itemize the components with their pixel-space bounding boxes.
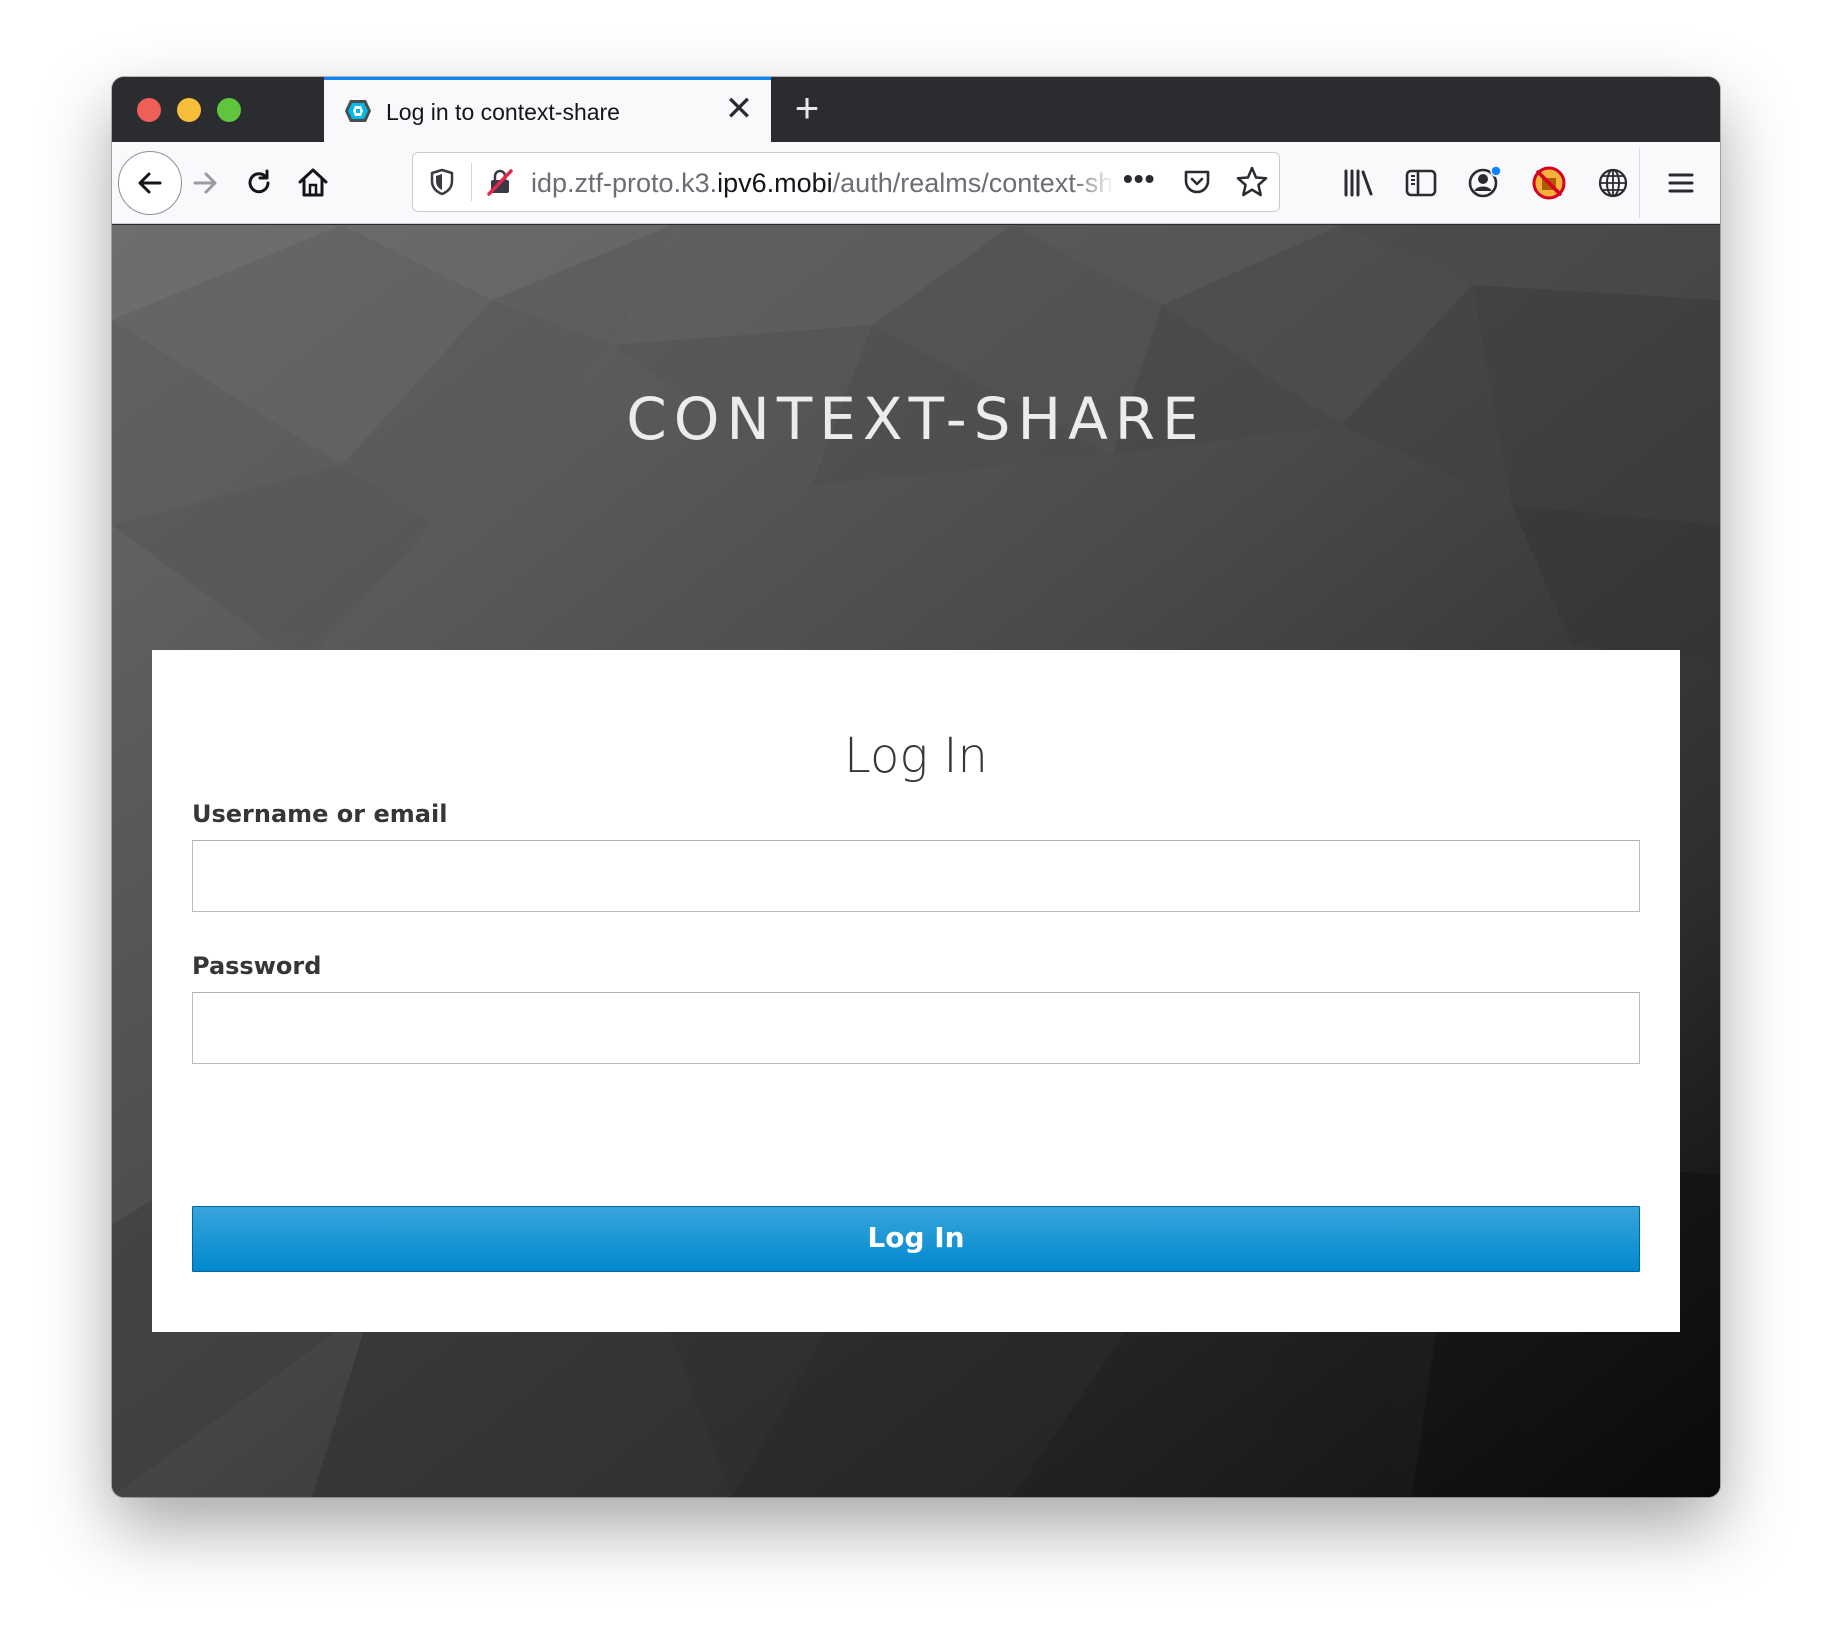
tab-active[interactable]: Log in to context-share ✕ bbox=[324, 77, 771, 142]
reload-icon bbox=[248, 169, 270, 194]
tab-close-icon[interactable]: ✕ bbox=[723, 92, 755, 126]
insecure-lock-icon[interactable] bbox=[485, 167, 515, 197]
globe-button[interactable] bbox=[1594, 164, 1632, 202]
sidebar-icon bbox=[1405, 169, 1437, 197]
extension-button[interactable] bbox=[1530, 164, 1568, 202]
account-button[interactable] bbox=[1466, 164, 1504, 202]
toolbar-separator bbox=[1639, 148, 1640, 218]
reload-button[interactable] bbox=[230, 154, 288, 212]
window-close-button[interactable] bbox=[137, 98, 161, 122]
tab-title: Log in to context-share bbox=[386, 99, 620, 125]
pocket-icon[interactable] bbox=[1181, 166, 1213, 198]
tracking-protection-shield-icon[interactable] bbox=[427, 167, 457, 197]
bookmark-star-icon[interactable] bbox=[1235, 165, 1269, 199]
url-text[interactable]: idp.ztf-proto.k3.ipv6.mobi/auth/realms/c… bbox=[531, 167, 1111, 201]
login-heading: Log In bbox=[844, 728, 988, 784]
url-separator bbox=[471, 163, 472, 201]
page-actions-more-icon[interactable]: ••• bbox=[1123, 165, 1167, 199]
url-path: /auth/realms/context-share bbox=[832, 168, 1111, 198]
password-label: Password bbox=[192, 952, 322, 980]
back-button[interactable] bbox=[118, 151, 182, 215]
keycloak-icon bbox=[345, 100, 371, 122]
window-maximize-button[interactable] bbox=[217, 98, 241, 122]
navigation-bar: idp.ztf-proto.k3.ipv6.mobi/auth/realms/c… bbox=[112, 142, 1720, 224]
globe-icon bbox=[1598, 168, 1628, 198]
home-icon bbox=[298, 168, 328, 197]
sidebar-button[interactable] bbox=[1402, 164, 1440, 202]
library-icon bbox=[1344, 169, 1373, 197]
realm-brand-title: CONTEXT-SHARE bbox=[626, 385, 1206, 453]
library-button[interactable] bbox=[1339, 164, 1377, 202]
hamburger-menu-icon bbox=[1668, 173, 1694, 193]
blocked-extension-icon bbox=[1532, 166, 1566, 200]
username-input[interactable] bbox=[192, 840, 1640, 912]
back-arrow-icon bbox=[138, 172, 162, 194]
new-tab-button[interactable]: + bbox=[787, 87, 827, 129]
password-input[interactable] bbox=[192, 992, 1640, 1064]
account-icon bbox=[1468, 165, 1502, 198]
login-submit-button[interactable]: Log In bbox=[192, 1206, 1640, 1272]
url-domain: ipv6.mobi bbox=[717, 168, 833, 198]
home-button[interactable] bbox=[284, 154, 342, 212]
forward-button[interactable] bbox=[176, 154, 234, 212]
tab-strip: Log in to context-share ✕ + bbox=[112, 77, 1720, 142]
forward-arrow-icon bbox=[193, 172, 217, 194]
username-label: Username or email bbox=[192, 800, 448, 828]
url-bar[interactable]: idp.ztf-proto.k3.ipv6.mobi/auth/realms/c… bbox=[412, 152, 1280, 212]
app-menu-button[interactable] bbox=[1662, 164, 1700, 202]
login-card: Log In Username or email Password Log In bbox=[152, 650, 1680, 1332]
page-content: CONTEXT-SHARE Log In Username or email P… bbox=[112, 225, 1720, 1497]
browser-window: Log in to context-share ✕ + idp.ztf-prot… bbox=[112, 77, 1720, 1497]
window-minimize-button[interactable] bbox=[177, 98, 201, 122]
url-fade bbox=[1073, 163, 1115, 203]
url-subdomain: idp.ztf-proto.k3. bbox=[531, 168, 718, 198]
